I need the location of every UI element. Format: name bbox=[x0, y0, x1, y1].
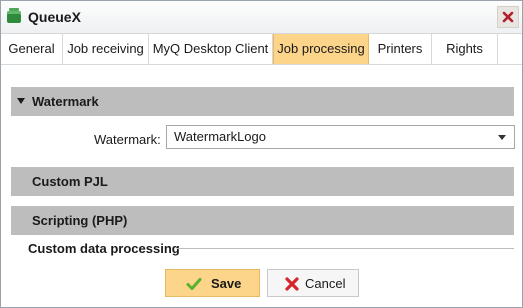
section-title: Scripting (PHP) bbox=[32, 213, 128, 228]
save-label: Save bbox=[211, 276, 242, 291]
tab-job-processing[interactable]: Job processing bbox=[273, 34, 369, 64]
cancel-x-icon bbox=[285, 277, 299, 291]
queue-properties-window: QueueX General Job receiving MyQ Desktop… bbox=[0, 0, 523, 308]
close-button[interactable] bbox=[497, 6, 519, 28]
tab-myq-desktop-client[interactable]: MyQ Desktop Client bbox=[149, 34, 273, 64]
window-title: QueueX bbox=[28, 9, 81, 25]
close-icon bbox=[502, 11, 514, 23]
tab-job-receiving[interactable]: Job receiving bbox=[63, 34, 149, 64]
tab-printers[interactable]: Printers bbox=[369, 34, 432, 64]
cancel-button[interactable]: Cancel bbox=[267, 269, 359, 297]
watermark-select[interactable]: WatermarkLogo bbox=[166, 125, 515, 149]
custom-data-processing-heading: Custom data processing bbox=[28, 241, 180, 256]
section-title: Watermark bbox=[32, 94, 99, 109]
title-bar: QueueX bbox=[1, 1, 522, 34]
checkmark-icon bbox=[186, 278, 202, 290]
section-title: Custom PJL bbox=[32, 174, 108, 189]
tab-rights[interactable]: Rights bbox=[432, 34, 498, 64]
tab-general[interactable]: General bbox=[1, 34, 63, 64]
divider bbox=[177, 248, 514, 249]
scripting-section-header[interactable]: Scripting (PHP) bbox=[11, 206, 514, 235]
watermark-selected-value: WatermarkLogo bbox=[174, 129, 266, 144]
watermark-label: Watermark: bbox=[94, 132, 161, 147]
custom-pjl-section-header[interactable]: Custom PJL bbox=[11, 167, 514, 196]
cancel-label: Cancel bbox=[305, 276, 346, 291]
tab-bar: General Job receiving MyQ Desktop Client… bbox=[1, 34, 522, 65]
save-button[interactable]: Save bbox=[165, 269, 260, 297]
watermark-section-header[interactable]: Watermark bbox=[11, 87, 514, 116]
expand-caret-icon bbox=[17, 98, 25, 104]
queue-icon bbox=[7, 8, 21, 23]
dropdown-arrow-icon bbox=[498, 135, 506, 140]
